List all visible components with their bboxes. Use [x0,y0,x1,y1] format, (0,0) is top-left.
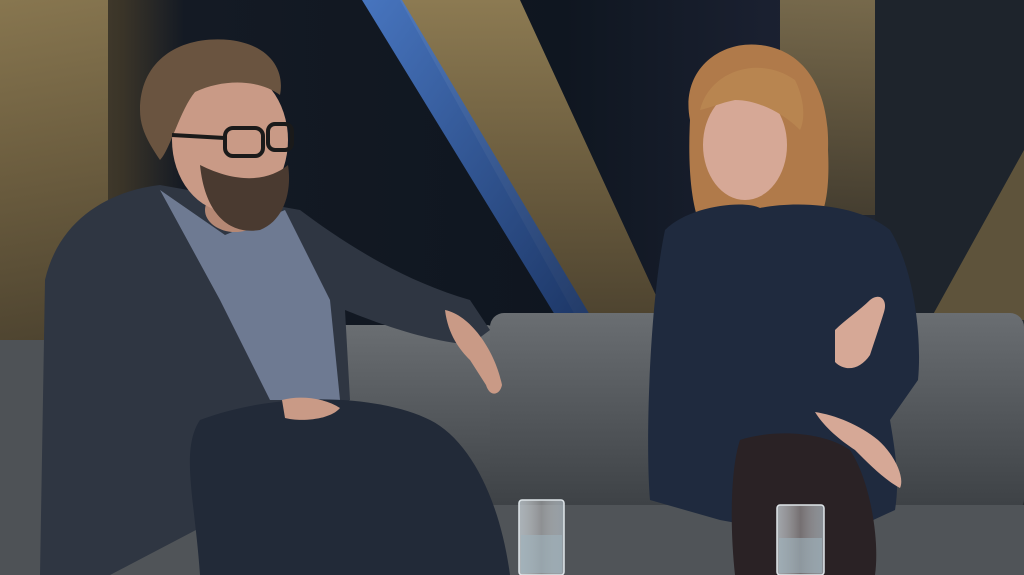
water-glass-right [776,504,825,575]
water-glass-left [518,499,565,575]
scene-illustration [0,0,1024,575]
talk-show-scene [0,0,1024,575]
